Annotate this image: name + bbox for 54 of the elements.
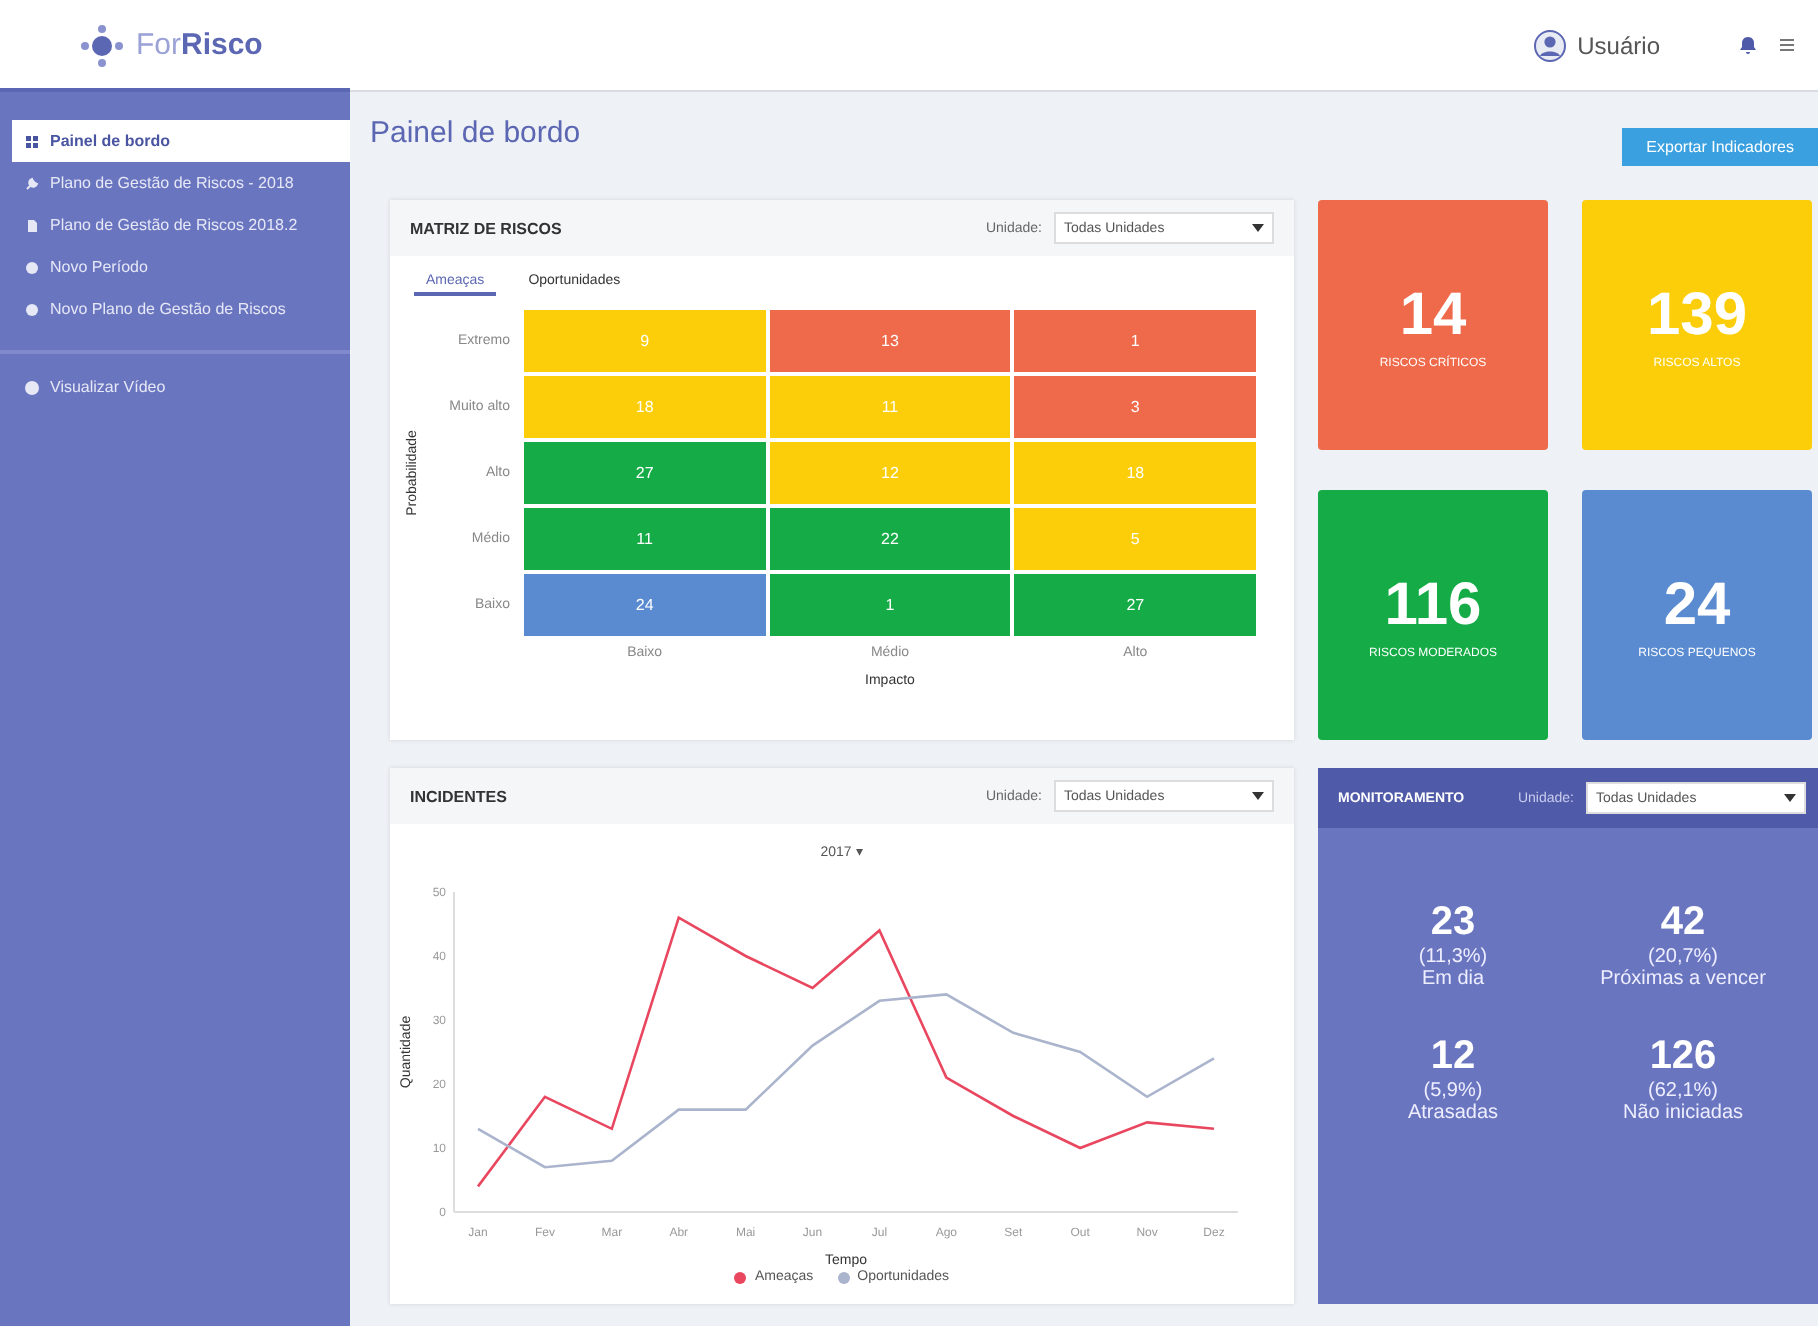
stat-label: Em dia [1421, 968, 1485, 990]
sidebar-item[interactable]: Painel de bordo [12, 120, 350, 162]
panel-title: INCIDENTES [410, 787, 507, 805]
stat-percent: (62,1%) [1647, 1080, 1718, 1102]
matrix-cell: 13 [767, 308, 1013, 374]
matrix-cell: 24 [522, 572, 768, 638]
stat-percent: (5,9%) [1423, 1080, 1483, 1102]
matrix-cell: 27 [1012, 572, 1258, 638]
card-value: 116 [1384, 571, 1482, 639]
panel-title: MATRIZ DE RISCOS [410, 219, 562, 237]
menu-icon[interactable] [1780, 38, 1794, 52]
card-value: 14 [1399, 281, 1467, 349]
logo-icon [80, 23, 124, 67]
matrix-cell: 18 [1012, 440, 1258, 506]
logo-text: ForRisco [136, 28, 263, 62]
matrix-cell: 18 [522, 374, 768, 440]
stat-percent: (20,7%) [1647, 946, 1718, 968]
stat-value: 12 [1430, 1034, 1476, 1080]
user-menu[interactable]: Usuário [1533, 29, 1660, 61]
matrix-cell: 3 [1012, 374, 1258, 440]
sidebar-item[interactable]: Plano de Gestão de Riscos - 2018 [12, 162, 350, 204]
stat-label: Não iniciadas [1622, 1102, 1744, 1124]
matrix-cell: 27 [522, 440, 768, 506]
matrix-cell: 9 [522, 308, 768, 374]
sidebar-item[interactable]: Novo Período [12, 246, 350, 288]
stat-value: 42 [1660, 900, 1706, 946]
page-title: Painel de bordo [370, 116, 581, 150]
circle-icon [24, 301, 40, 317]
stat-label: Próximas a vencer [1600, 968, 1766, 990]
circle-icon [24, 259, 40, 275]
card-value: 24 [1663, 571, 1731, 639]
grid-icon [24, 133, 40, 149]
user-avatar-icon [1533, 29, 1566, 61]
stat-value: 126 [1649, 1034, 1717, 1080]
matrix-cell: 22 [767, 506, 1013, 572]
matrix-cell: 5 [1012, 506, 1258, 572]
matrix-cell: 1 [767, 572, 1013, 638]
stat-percent: (11,3%) [1418, 946, 1488, 968]
document-icon [24, 217, 40, 233]
sidebar-item[interactable]: Novo Plano de Gestão de Riscos [12, 288, 350, 330]
caret-icon [1252, 224, 1264, 232]
card-value: 139 [1646, 281, 1748, 349]
matrix-cell: 1 [1012, 308, 1258, 374]
sidebar-item[interactable]: Plano de Gestão de Riscos 2018.2 [12, 204, 350, 246]
notification-bell-icon[interactable] [1740, 36, 1756, 54]
stat-value: 23 [1430, 900, 1476, 946]
play-circle-icon [24, 379, 40, 395]
matrix-cell: 11 [767, 374, 1013, 440]
matrix-cell: 12 [767, 440, 1013, 506]
caret-icon [1784, 794, 1796, 802]
caret-icon [1252, 792, 1264, 800]
matrix-cell: 11 [522, 506, 768, 572]
sidebar-item[interactable]: Visualizar Vídeo [12, 366, 350, 408]
stat-label: Atrasadas [1407, 1102, 1499, 1124]
